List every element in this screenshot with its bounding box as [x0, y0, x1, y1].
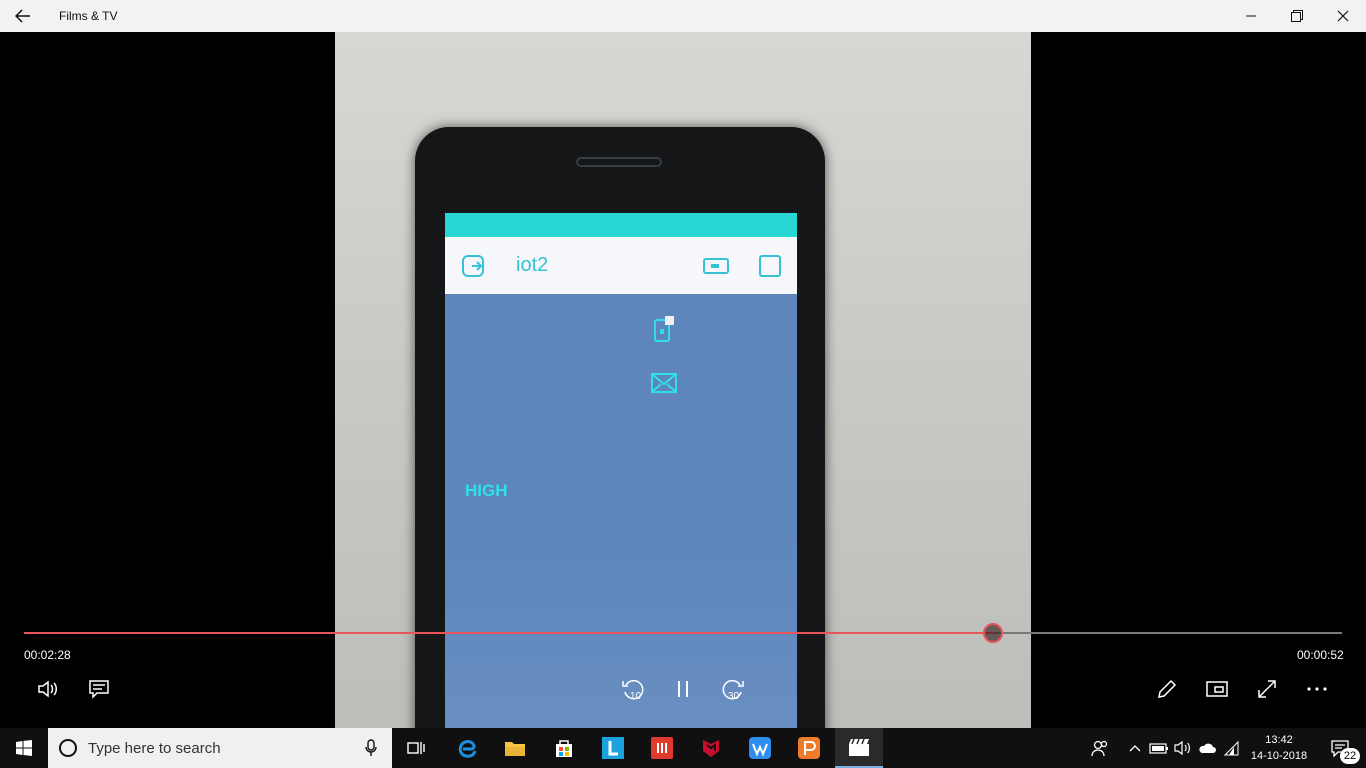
forward-30-button[interactable]: 30 [713, 670, 753, 710]
rewind-10-icon: 10 [622, 679, 644, 702]
back-arrow-icon [15, 9, 30, 23]
lens-app-button[interactable] [589, 728, 637, 768]
phone-app-bar [445, 237, 797, 294]
remaining-time: 00:00:52 [1297, 648, 1344, 662]
fullscreen-icon [1258, 680, 1276, 698]
action-center-button[interactable]: 22 [1318, 728, 1362, 768]
network-button[interactable] [1220, 728, 1242, 768]
mcafee-button[interactable] [687, 728, 735, 768]
films-tv-button[interactable] [835, 728, 883, 768]
fullscreen-button[interactable] [1247, 669, 1287, 709]
minimize-icon [1246, 15, 1256, 17]
volume-icon [38, 680, 57, 698]
cortana-icon [59, 739, 77, 757]
square-icon [759, 255, 781, 277]
svg-text:10: 10 [630, 691, 642, 702]
close-icon [1337, 10, 1349, 22]
svg-text:30: 30 [728, 691, 740, 702]
mini-view-icon [1206, 681, 1228, 697]
clock-time: 13:42 [1265, 734, 1293, 746]
restore-button[interactable] [1274, 0, 1320, 32]
edit-icon [1158, 679, 1177, 698]
high-label: HIGH [465, 481, 508, 500]
edge-button[interactable] [443, 728, 491, 768]
restore-icon [1291, 10, 1303, 22]
red-app-button[interactable] [638, 728, 686, 768]
rewind-10-button[interactable]: 10 [613, 670, 653, 710]
device-icon [703, 258, 729, 274]
show-hidden-icons-button[interactable] [1126, 728, 1144, 768]
people-icon [1091, 740, 1108, 757]
edge-icon [458, 740, 477, 758]
more-button[interactable] [1297, 669, 1337, 709]
store-button[interactable] [540, 728, 588, 768]
red-app-icon [651, 737, 673, 759]
taskbar: Type here to search 13:42 14-10-2018 22 [0, 728, 1366, 768]
file-explorer-icon [505, 742, 525, 756]
phone-speaker [576, 157, 662, 167]
edit-button[interactable] [1147, 669, 1187, 709]
chevron-up-icon [1129, 745, 1141, 752]
clock[interactable]: 13:42 14-10-2018 [1246, 732, 1312, 764]
more-icon [1307, 687, 1327, 691]
title-bar: Films & TV [0, 0, 1366, 32]
task-view-icon [407, 742, 425, 754]
volume-button[interactable] [29, 669, 69, 709]
minimize-button[interactable] [1228, 0, 1274, 32]
phone-status-bar [445, 213, 797, 237]
mail-icon [651, 373, 677, 393]
clock-date: 14-10-2018 [1250, 750, 1308, 762]
forward-30-icon: 30 [722, 679, 744, 702]
cloud-icon [1199, 743, 1216, 753]
phone-app-title: iot2 [516, 254, 549, 276]
subtitles-button[interactable] [79, 669, 119, 709]
start-button[interactable] [0, 728, 48, 768]
lens-app-icon [602, 737, 624, 759]
pause-button[interactable] [663, 669, 703, 709]
speaker-icon [1174, 740, 1190, 756]
phone-widget-icon [654, 316, 674, 342]
window-title: Films & TV [59, 9, 118, 23]
windows-logo-icon [16, 740, 32, 756]
seek-bar-thumb[interactable] [983, 623, 1003, 643]
subtitles-icon [89, 680, 109, 699]
back-button[interactable] [0, 0, 46, 32]
wps-presentation-button[interactable] [785, 728, 833, 768]
films-tv-icon [849, 738, 869, 756]
wps-writer-icon [749, 737, 771, 759]
onedrive-button[interactable] [1196, 728, 1218, 768]
notification-count: 22 [1340, 748, 1360, 764]
search-placeholder: Type here to search [88, 740, 221, 757]
mini-view-button[interactable] [1197, 669, 1237, 709]
battery-button[interactable] [1148, 728, 1170, 768]
battery-icon [1149, 743, 1168, 754]
people-button[interactable] [1088, 728, 1112, 768]
logout-icon [462, 255, 484, 277]
wps-presentation-icon [798, 737, 820, 759]
close-button[interactable] [1320, 0, 1366, 32]
search-box[interactable]: Type here to search [48, 728, 392, 768]
microphone-icon [365, 739, 377, 756]
elapsed-time: 00:02:28 [24, 648, 71, 662]
file-explorer-button[interactable] [491, 728, 539, 768]
store-icon [556, 740, 572, 757]
mcafee-icon [703, 740, 719, 757]
pause-icon [678, 681, 688, 697]
wps-writer-button[interactable] [736, 728, 784, 768]
seek-bar-progress [24, 632, 993, 634]
video-area[interactable]: iot2 HIGH 00:02:28 00:00:52 10 30 [0, 32, 1366, 728]
task-view-button[interactable] [392, 728, 440, 768]
volume-tray-button[interactable] [1172, 728, 1194, 768]
wifi-icon [1223, 740, 1239, 756]
